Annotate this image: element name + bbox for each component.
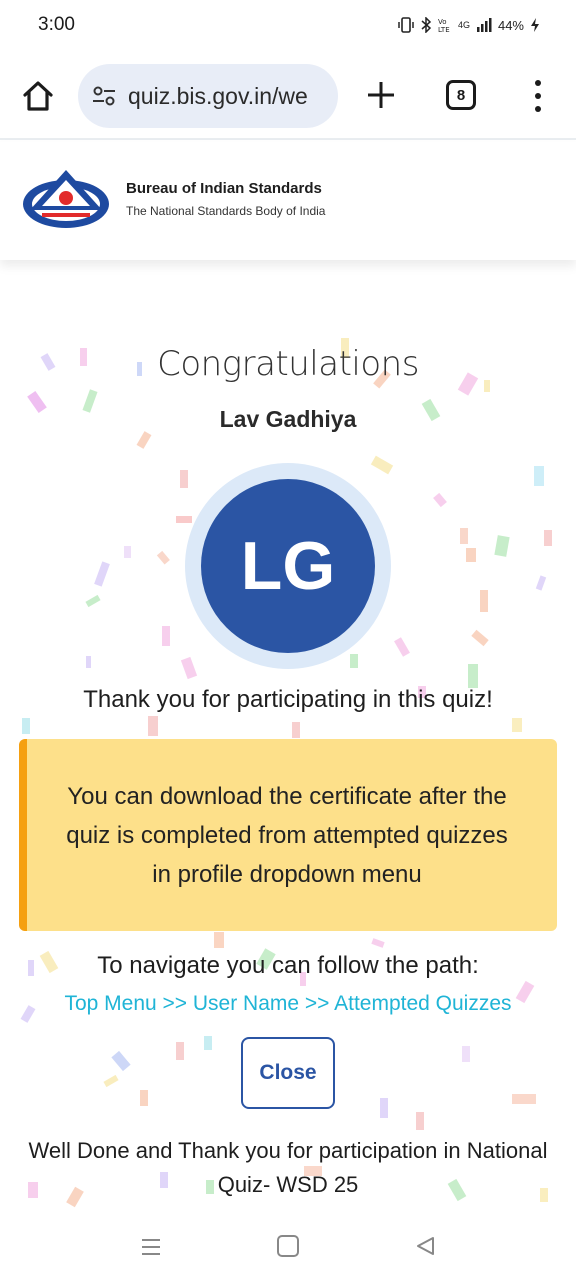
site-header: Bureau of Indian Standards The National … <box>0 142 576 260</box>
new-tab-icon[interactable] <box>364 78 398 112</box>
navigate-path: Top Menu >> User Name >> Attempted Quizz… <box>64 992 512 1015</box>
status-bar: 3:00 Vo LTE 4G 44% <box>0 0 576 50</box>
avatar-initials: LG <box>240 528 336 604</box>
status-time: 3:00 <box>38 14 75 35</box>
recent-apps-icon[interactable] <box>140 1236 162 1258</box>
org-name: Bureau of Indian Standards <box>126 180 322 197</box>
charging-icon <box>531 18 539 32</box>
avatar: LG <box>201 479 375 653</box>
congratulations-heading: Congratulations <box>157 344 419 384</box>
svg-text:Vo: Vo <box>438 18 447 26</box>
back-icon[interactable] <box>414 1235 436 1257</box>
signal-icon <box>476 18 492 32</box>
org-subtitle: The National Standards Body of India <box>126 204 326 218</box>
navigate-hint: To navigate you can follow the path: <box>97 952 479 979</box>
more-menu-icon[interactable] <box>526 76 550 116</box>
svg-text:LTE: LTE <box>438 26 450 33</box>
thanks-message: Thank you for participating in this quiz… <box>83 686 493 713</box>
home-nav-icon[interactable] <box>277 1235 299 1257</box>
vibrate-icon <box>398 17 414 33</box>
site-settings-icon[interactable] <box>90 82 118 110</box>
footer-message: Well Done and Thank you for participatio… <box>28 1138 548 1197</box>
certificate-note: You can download the certificate after t… <box>19 739 557 931</box>
status-icons: Vo LTE 4G 44% <box>398 17 540 33</box>
certificate-note-text: You can download the certificate after t… <box>66 782 508 888</box>
bis-logo <box>23 170 109 228</box>
url-text[interactable]: quiz.bis.gov.in/we <box>128 83 308 110</box>
tab-switcher-button[interactable]: 8 <box>446 80 476 110</box>
browser-toolbar: quiz.bis.gov.in/we 8 <box>0 56 576 140</box>
volte-icon: VoLTE <box>438 18 450 33</box>
home-icon[interactable] <box>20 78 56 114</box>
address-bar[interactable]: quiz.bis.gov.in/we <box>78 64 338 128</box>
tab-count: 8 <box>456 86 466 104</box>
system-nav-bar <box>0 1222 576 1280</box>
quiz-result-panel: Congratulations Lav Gadhiya LG Thank you… <box>0 262 576 1222</box>
close-button[interactable]: Close <box>241 1037 335 1109</box>
battery-level: 44% <box>497 17 524 33</box>
user-name: Lav Gadhiya <box>219 406 357 432</box>
network-type: 4G <box>457 20 470 30</box>
bluetooth-icon <box>421 17 432 33</box>
